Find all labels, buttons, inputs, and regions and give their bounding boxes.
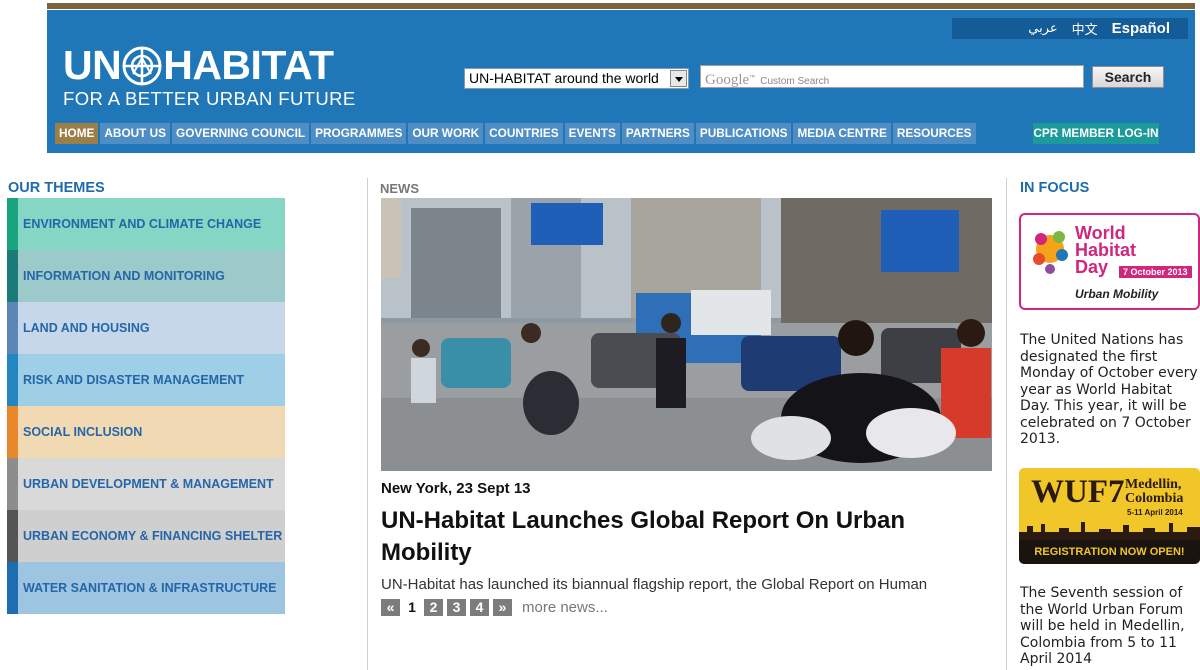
pager-page-1[interactable]: 1	[404, 599, 420, 616]
nav-publications[interactable]: PUBLICATIONS	[695, 123, 792, 144]
site-selector-dropdown[interactable]: UN-HABITAT around the world	[464, 68, 689, 89]
theme-urban-development-management[interactable]: URBAN DEVELOPMENT & MANAGEMENT	[7, 458, 285, 510]
search-button[interactable]: Search	[1092, 66, 1164, 88]
search-input[interactable]: Google™ Custom Search	[700, 65, 1084, 88]
theme-risk-disaster-management[interactable]: RISK AND DISASTER MANAGEMENT	[7, 354, 285, 406]
themes-list: ENVIRONMENT AND CLIMATE CHANGE INFORMATI…	[7, 198, 285, 614]
logo-tagline: FOR A BETTER URBAN FUTURE	[63, 88, 356, 109]
nav-media-centre[interactable]: MEDIA CENTRE	[793, 123, 891, 144]
wuf7-title: WUF7	[1031, 474, 1125, 510]
pager-page-4[interactable]: 4	[470, 599, 489, 616]
wuf7-registration-button[interactable]: REGISTRATION NOW OPEN!	[1019, 540, 1200, 564]
world-habitat-day-banner[interactable]: World Habitat Day 7 October 2013 Urban M…	[1019, 213, 1200, 310]
more-news-link[interactable]: more news...	[522, 599, 608, 616]
search-placeholder: Custom Search	[760, 76, 830, 87]
theme-label: URBAN ECONOMY & FINANCING SHELTER	[23, 529, 283, 543]
theme-land-housing[interactable]: LAND AND HOUSING	[7, 302, 285, 354]
theme-label: SOCIAL INCLUSION	[23, 425, 143, 439]
pager-page-2[interactable]: 2	[424, 599, 443, 616]
nav-programmes[interactable]: PROGRAMMES	[311, 123, 407, 144]
header-top-rule	[47, 3, 1195, 9]
un-emblem-icon	[122, 46, 162, 85]
nav-about-us[interactable]: ABOUT US	[100, 123, 171, 144]
logo-text-un: UN	[63, 42, 122, 88]
theme-environment-climate-change[interactable]: ENVIRONMENT AND CLIMATE CHANGE	[7, 198, 285, 250]
theme-urban-economy-financing-shelter[interactable]: URBAN ECONOMY & FINANCING SHELTER	[7, 510, 285, 562]
nav-governing-council[interactable]: GOVERNING COUNCIL	[172, 123, 310, 144]
nav-our-work[interactable]: OUR WORK	[408, 123, 484, 144]
theme-social-inclusion[interactable]: SOCIAL INCLUSION	[7, 406, 285, 458]
pager-prev-button[interactable]: «	[381, 599, 400, 616]
city-skyline-icon	[1019, 522, 1200, 540]
in-focus-heading: IN FOCUS	[1020, 180, 1090, 196]
nav-partners[interactable]: PARTNERS	[621, 123, 694, 144]
wuf7-dates: 5-11 April 2014	[1127, 508, 1183, 517]
nav-home[interactable]: HOME	[55, 123, 99, 144]
news-headline-link[interactable]: UN-Habitat Launches Global Report On Urb…	[381, 505, 971, 569]
nav-resources[interactable]: RESOURCES	[892, 123, 976, 144]
wuf7-banner[interactable]: WUF7 Medellin, Colombia 5-11 April 2014 …	[1019, 468, 1200, 564]
site-selector-value: UN-HABITAT around the world	[469, 70, 659, 86]
chevron-down-icon[interactable]	[670, 70, 687, 87]
pager-page-3[interactable]: 3	[447, 599, 466, 616]
news-pager: « 1 2 3 4 » more news...	[381, 599, 608, 616]
main-nav: HOME ABOUT US GOVERNING COUNCIL PROGRAMM…	[55, 123, 976, 144]
theme-label: WATER SANITATION & INFRASTRUCTURE	[23, 581, 277, 595]
whd-subtitle: Urban Mobility	[1075, 287, 1159, 301]
wuf7-city: Medellin,	[1125, 477, 1182, 492]
whd-description: The United Nations has designated the fi…	[1020, 332, 1198, 447]
cpr-member-login-button[interactable]: CPR MEMBER LOG-IN	[1033, 123, 1159, 144]
theme-water-sanitation-infrastructure[interactable]: WATER SANITATION & INFRASTRUCTURE	[7, 562, 285, 614]
logo-text-habitat: HABITAT	[163, 42, 334, 88]
theme-information-monitoring[interactable]: INFORMATION AND MONITORING	[7, 250, 285, 302]
column-divider-right	[1006, 178, 1007, 670]
theme-label: URBAN DEVELOPMENT & MANAGEMENT	[23, 477, 274, 491]
theme-label: RISK AND DISASTER MANAGEMENT	[23, 373, 245, 387]
news-teaser: UN-Habitat has launched its biannual fla…	[381, 576, 928, 593]
themes-heading: OUR THEMES	[8, 180, 105, 196]
wuf7-description: The Seventh session of the World Urban F…	[1020, 585, 1185, 667]
news-photo-street-scene[interactable]	[381, 198, 992, 471]
column-divider-left	[367, 178, 368, 670]
theme-label: INFORMATION AND MONITORING	[23, 269, 225, 283]
language-chinese-link[interactable]: 中文	[1072, 19, 1098, 38]
language-spanish-link[interactable]: Español	[1112, 20, 1170, 37]
un-habitat-logo[interactable]: UN HABITAT FOR A BETTER URBAN FUTURE	[63, 45, 356, 109]
nav-events[interactable]: EVENTS	[564, 123, 620, 144]
language-bar: عربي 中文 Español	[952, 18, 1188, 39]
site-header: UN HABITAT FOR A BETTER URBAN FUTURE عرب…	[47, 10, 1195, 153]
pager-next-button[interactable]: »	[493, 599, 512, 616]
nav-countries[interactable]: COUNTRIES	[485, 123, 563, 144]
news-dateline: New York, 23 Sept 13	[381, 480, 531, 497]
google-logo-text: Google	[705, 72, 750, 88]
theme-label: LAND AND HOUSING	[23, 321, 150, 335]
language-arabic-link[interactable]: عربي	[1028, 21, 1057, 36]
wuf7-country: Colombia	[1125, 491, 1184, 506]
theme-label: ENVIRONMENT AND CLIMATE CHANGE	[23, 217, 262, 231]
world-habitat-day-logo-icon	[1033, 231, 1068, 274]
news-heading: NEWS	[380, 181, 419, 196]
whd-date-badge: 7 October 2013	[1119, 266, 1192, 278]
